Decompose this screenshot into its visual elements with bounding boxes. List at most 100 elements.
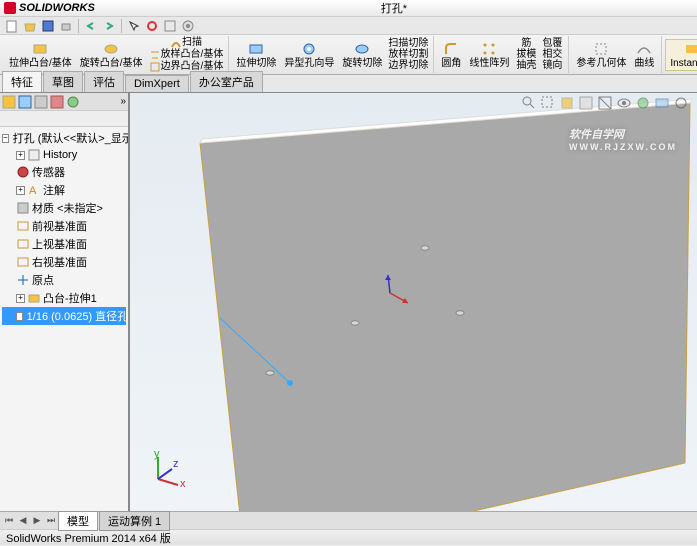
- graphics-viewport[interactable]: 软件自学网 WWW.RJZXW.COM x y: [130, 93, 697, 511]
- property-manager-icon[interactable]: [18, 95, 32, 109]
- rebuild-button[interactable]: [144, 18, 160, 34]
- svg-text:A: A: [29, 185, 37, 197]
- display-style-icon[interactable]: [578, 95, 594, 111]
- revolve-boss-label: 旋转凸台/基体: [80, 58, 143, 69]
- tab-features[interactable]: 特征: [2, 71, 42, 92]
- tree-top-plane[interactable]: 上视基准面: [2, 235, 126, 253]
- sweep-cut-button[interactable]: 扫描切除: [386, 38, 430, 49]
- hide-show-icon[interactable]: [616, 95, 632, 111]
- extrude-cut-label: 拉伸切除: [236, 58, 276, 69]
- view-settings-icon[interactable]: [673, 95, 689, 111]
- select-button[interactable]: [126, 18, 142, 34]
- tree-root[interactable]: −打孔 (默认<<默认>_显示状态: [2, 129, 126, 147]
- tree-history-label: History: [43, 149, 77, 161]
- tree-annotations-label: 注解: [43, 182, 65, 198]
- boundary-cut-button[interactable]: 边界切除: [386, 60, 430, 71]
- tab-dimxpert[interactable]: DimXpert: [125, 75, 189, 92]
- status-bar: SolidWorks Premium 2014 x64 版: [0, 529, 697, 545]
- tree-root-label: 打孔 (默认<<默认>_显示状态: [13, 130, 128, 146]
- settings-button[interactable]: [180, 18, 196, 34]
- revolve-boss-button[interactable]: 旋转凸台/基体: [76, 40, 147, 70]
- quick-access-toolbar: [0, 17, 697, 35]
- expand-icon[interactable]: +: [16, 294, 25, 303]
- tree-origin[interactable]: 原点: [2, 271, 126, 289]
- expand-icon[interactable]: +: [16, 151, 25, 160]
- open-button[interactable]: [22, 18, 38, 34]
- main-area: » −打孔 (默认<<默认>_显示状态 + History 传感器 + A 注解 材质…: [0, 93, 697, 511]
- shell-label: 抽壳: [516, 60, 536, 71]
- tree-origin-label: 原点: [32, 272, 54, 288]
- tab-office[interactable]: 办公室产品: [190, 71, 263, 92]
- dimxpert-manager-icon[interactable]: [50, 95, 64, 109]
- tree-front-plane[interactable]: 前视基准面: [2, 217, 126, 235]
- mirror-button[interactable]: 镜向: [539, 60, 565, 71]
- shell-button[interactable]: 抽壳: [513, 60, 539, 71]
- svg-text:y: y: [154, 449, 160, 460]
- intersect-button[interactable]: 相交: [539, 49, 565, 60]
- svg-text:z: z: [173, 458, 179, 470]
- ref-geometry-label: 参考几何体: [576, 58, 626, 69]
- zoom-area-icon[interactable]: [540, 95, 556, 111]
- status-text: SolidWorks Premium 2014 x64 版: [6, 530, 171, 546]
- save-button[interactable]: [40, 18, 56, 34]
- draft-label: 拔模: [516, 49, 536, 60]
- view-orientation-icon[interactable]: [559, 95, 575, 111]
- sweep-cut-label: 扫描切除: [388, 38, 428, 49]
- apply-scene-icon[interactable]: [654, 95, 670, 111]
- app-logo: SOLIDWORKS: [4, 2, 95, 14]
- expand-icon[interactable]: +: [16, 186, 25, 195]
- collapse-icon[interactable]: −: [2, 134, 9, 143]
- expand-icon[interactable]: +: [16, 312, 23, 321]
- linear-pattern-button[interactable]: 线性阵列: [465, 40, 513, 70]
- section-view-icon[interactable]: [597, 95, 613, 111]
- zoom-fit-icon[interactable]: [521, 95, 537, 111]
- hole-wizard-button[interactable]: 异型孔向导: [280, 40, 338, 70]
- display-manager-icon[interactable]: [66, 95, 80, 109]
- ref-geometry-button[interactable]: 参考几何体: [572, 40, 630, 70]
- fillet-button[interactable]: 圆角: [437, 40, 465, 70]
- sweep-button[interactable]: 扫描: [147, 37, 226, 49]
- rib-button[interactable]: 筋: [513, 38, 539, 49]
- separator: [121, 19, 122, 33]
- tree-right-plane[interactable]: 右视基准面: [2, 253, 126, 271]
- tab-nav-last[interactable]: ⏭: [44, 514, 58, 528]
- loft-cut-button[interactable]: 放样切割: [386, 49, 430, 60]
- print-button[interactable]: [58, 18, 74, 34]
- tree-boss-extrude[interactable]: + 凸台-拉伸1: [2, 289, 126, 307]
- tab-nav-next[interactable]: ▶: [30, 514, 44, 528]
- curves-button[interactable]: 曲线: [630, 40, 658, 70]
- bottom-tab-model[interactable]: 模型: [58, 511, 98, 531]
- tree-annotations[interactable]: + A 注解: [2, 181, 126, 199]
- bottom-tab-motion[interactable]: 运动算例 1: [99, 511, 170, 531]
- extrude-boss-button[interactable]: 拉伸凸台/基体: [5, 40, 76, 70]
- rib-label: 筋: [521, 38, 531, 49]
- loft-boss-button[interactable]: 放样凸台/基体: [147, 49, 226, 61]
- feature-manager-icon[interactable]: [2, 95, 16, 109]
- panel-filter-bar[interactable]: [0, 111, 128, 127]
- draft-button[interactable]: 拔模: [513, 49, 539, 60]
- options-button[interactable]: [162, 18, 178, 34]
- tab-nav-prev[interactable]: ◀: [16, 514, 30, 528]
- tab-nav-first[interactable]: ⏮: [2, 514, 16, 528]
- solidworks-icon: [4, 2, 16, 14]
- wrap-button[interactable]: 包覆: [539, 38, 565, 49]
- tab-sketch[interactable]: 草图: [43, 71, 83, 92]
- tree-boss-extrude-label: 凸台-拉伸1: [43, 290, 97, 306]
- separator: [78, 19, 79, 33]
- panel-pin-icon[interactable]: »: [120, 96, 126, 107]
- tree-hole-feature[interactable]: +1/16 (0.0625) 直径孔2: [2, 307, 126, 325]
- tree-history[interactable]: + History: [2, 147, 126, 163]
- document-title: 打孔*: [95, 0, 693, 16]
- instant3d-button[interactable]: Instant3D: [665, 39, 697, 71]
- extrude-cut-button[interactable]: 拉伸切除: [232, 40, 280, 70]
- hole-wizard-label: 异型孔向导: [284, 58, 334, 69]
- config-manager-icon[interactable]: [34, 95, 48, 109]
- tree-sensors[interactable]: 传感器: [2, 163, 126, 181]
- edit-appearance-icon[interactable]: [635, 95, 651, 111]
- revolve-cut-button[interactable]: 旋转切除: [338, 40, 386, 70]
- undo-button[interactable]: [83, 18, 99, 34]
- redo-button[interactable]: [101, 18, 117, 34]
- tab-evaluate[interactable]: 评估: [84, 71, 124, 92]
- tree-material[interactable]: 材质 <未指定>: [2, 199, 126, 217]
- new-button[interactable]: [4, 18, 20, 34]
